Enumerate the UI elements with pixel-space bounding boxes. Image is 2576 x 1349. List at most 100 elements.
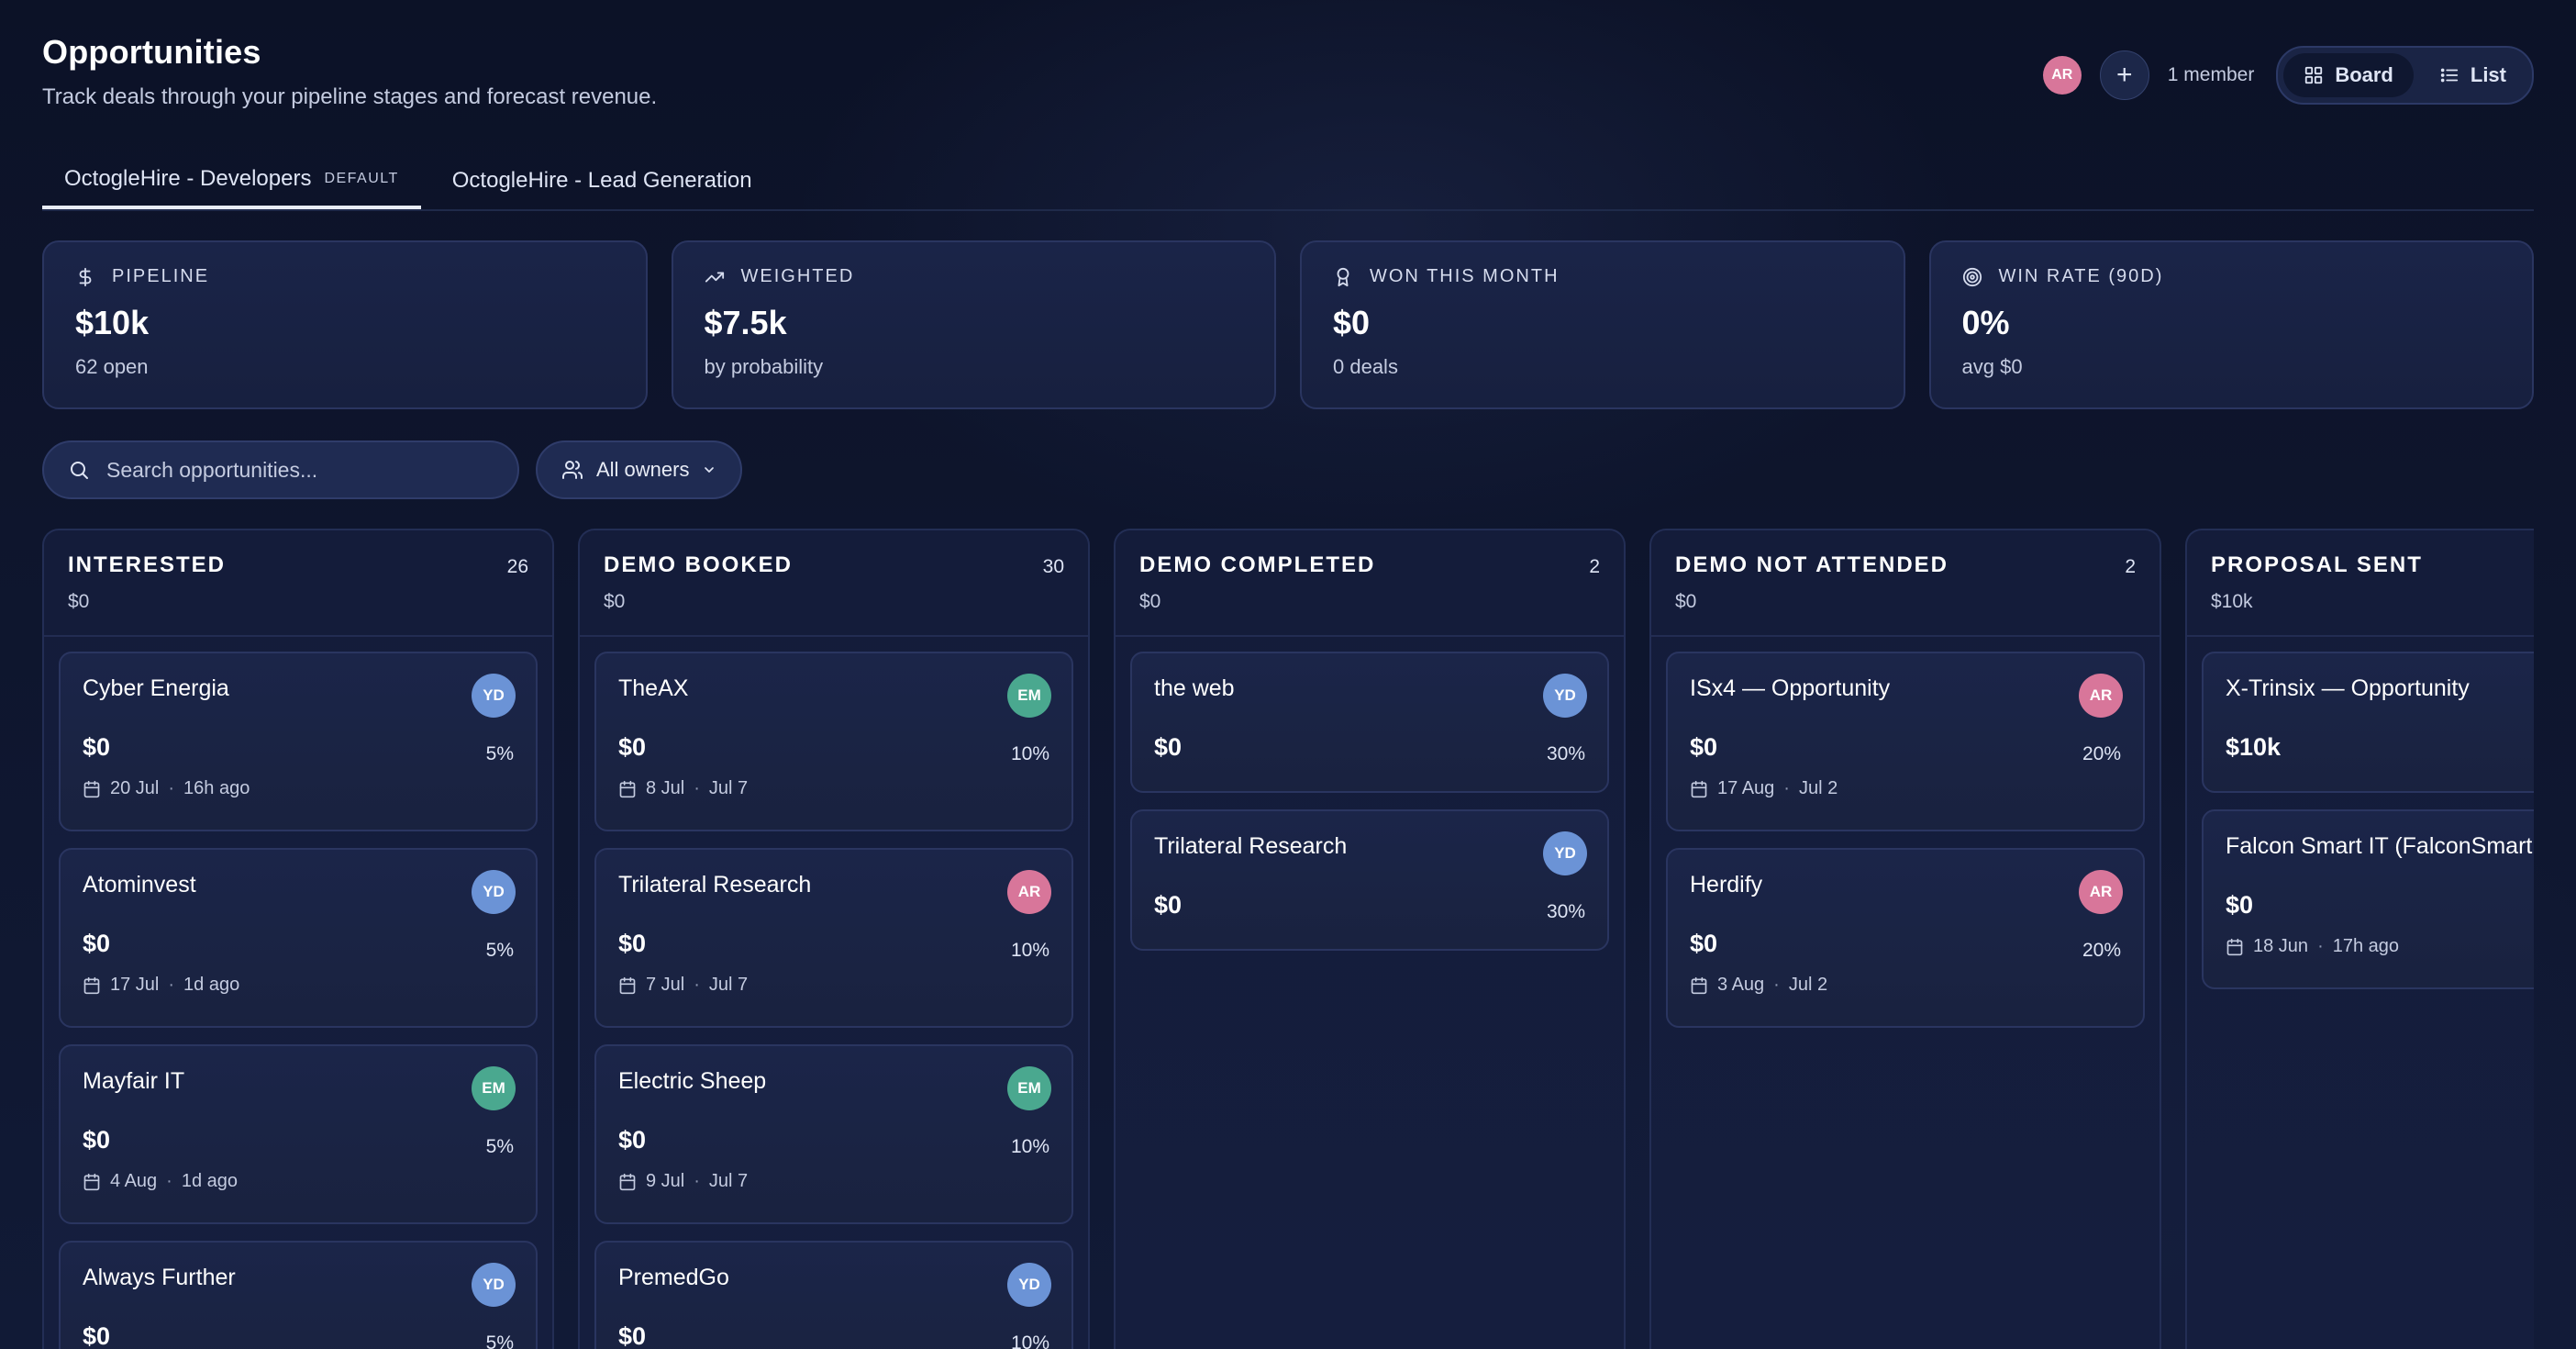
meta-separator: · <box>1783 778 1790 798</box>
close-date: 9 Jul <box>646 1171 685 1191</box>
opportunity-meta: 8 Jul · Jul 7 <box>618 778 1049 799</box>
opportunity-title: TheAX <box>618 675 689 701</box>
plus-icon: + <box>2116 60 2133 90</box>
opportunity-card[interactable]: Herdify AR $0 20% 3 Aug · Jul 2 <box>1666 848 2145 1028</box>
search-box <box>42 440 519 499</box>
close-date: 4 Aug <box>110 1171 158 1191</box>
stat-pipeline: PIPELINE $10k 62 open <box>42 240 648 409</box>
column-header: DEMO BOOKED 30 $0 <box>580 530 1088 637</box>
column-total: $0 <box>68 591 90 612</box>
opportunity-probability: 20% <box>2082 743 2121 764</box>
opportunity-title: the web <box>1154 675 1235 701</box>
meta-separator: · <box>2317 936 2324 956</box>
opportunity-probability: 10% <box>1010 743 1049 764</box>
opportunity-meta: 17 Jul · 1d ago <box>83 975 514 996</box>
opportunity-card[interactable]: Trilateral Research AR $0 10% 7 Jul · Ju… <box>594 848 1073 1028</box>
meta-separator: · <box>168 975 175 995</box>
close-date: 20 Jul <box>110 778 160 798</box>
opportunity-card[interactable]: ISx4 — Opportunity AR $0 20% 17 Aug · Ju… <box>1666 652 2145 831</box>
opportunity-title: Atominvest <box>83 872 196 897</box>
opportunity-probability: 10% <box>1010 940 1049 961</box>
opportunity-card[interactable]: the web YD $0 30% <box>1130 652 1609 793</box>
opportunity-amount: $0 <box>618 1322 647 1349</box>
opportunity-card[interactable]: Trilateral Research YD $0 30% <box>1130 809 1609 951</box>
header-actions: AR + 1 member Board List <box>2042 46 2534 105</box>
opportunity-title: Falcon Smart IT (FalconSmart <box>2226 833 2533 859</box>
opportunity-card[interactable]: Atominvest YD $0 5% 17 Jul · 1d ago <box>59 848 538 1028</box>
opportunity-card[interactable]: Mayfair IT EM $0 5% 4 Aug · 1d ago <box>59 1044 538 1224</box>
pipeline-column-interested: INTERESTED 26 $0 Cyber Energia YD $0 5% … <box>42 529 554 1349</box>
opportunity-card[interactable]: Electric Sheep EM $0 10% 9 Jul · Jul 7 <box>594 1044 1073 1224</box>
opportunity-title: ISx4 — Opportunity <box>1690 675 1891 701</box>
stat-win-rate: WIN RATE (90D) 0% avg $0 <box>1928 240 2534 409</box>
filters-row: All owners <box>42 440 2534 499</box>
opportunity-card[interactable]: PremedGo YD $0 10% <box>594 1241 1073 1349</box>
opportunity-card[interactable]: X-Trinsix — Opportunity $10k <box>2202 652 2534 793</box>
opportunity-card[interactable]: Always Further YD $0 5% <box>59 1241 538 1349</box>
kanban-board[interactable]: INTERESTED 26 $0 Cyber Energia YD $0 5% … <box>42 529 2534 1349</box>
opportunity-card[interactable]: Falcon Smart IT (FalconSmart $0 18 Jun ·… <box>2202 809 2534 989</box>
opportunity-title: Trilateral Research <box>618 872 812 897</box>
search-icon <box>71 462 88 479</box>
stat-label: WIN RATE (90D) <box>1998 266 2164 286</box>
opportunity-amount: $0 <box>83 930 111 957</box>
board-view-button[interactable]: Board <box>2283 53 2414 97</box>
opportunity-amount: $0 <box>1154 891 1183 919</box>
meta-separator: · <box>694 778 700 798</box>
tab-developers[interactable]: OctogleHire - Developers DEFAULT <box>42 152 421 209</box>
opportunity-card[interactable]: TheAX EM $0 10% 8 Jul · Jul 7 <box>594 652 1073 831</box>
last-activity: 1d ago <box>183 975 240 995</box>
owner-filter-dropdown[interactable]: All owners <box>536 440 743 499</box>
column-cards: X-Trinsix — Opportunity $10k Falcon Smar… <box>2187 637 2534 1004</box>
default-badge: DEFAULT <box>324 171 399 186</box>
pipeline-column-demo-not-attended: DEMO NOT ATTENDED 2 $0 ISx4 — Opportunit… <box>1649 529 2161 1349</box>
page-header: Opportunities Track deals through your p… <box>42 33 2534 125</box>
add-member-button[interactable]: + <box>2099 50 2149 100</box>
stat-sub: 0 deals <box>1333 355 1398 378</box>
opportunity-amount: $0 <box>1690 733 1718 761</box>
opportunity-amount: $0 <box>83 1322 111 1349</box>
opportunity-meta: 17 Aug · Jul 2 <box>1690 778 2121 799</box>
opportunity-probability: 5% <box>485 1136 514 1157</box>
opportunity-title: Always Further <box>83 1265 236 1290</box>
last-activity: 1d ago <box>181 1171 239 1191</box>
search-input[interactable] <box>106 457 494 483</box>
member-avatar[interactable]: AR <box>2042 56 2082 95</box>
owner-avatar: EM <box>1007 1066 1051 1110</box>
member-count: 1 member <box>2167 64 2255 85</box>
column-title: DEMO COMPLETED <box>1139 552 1376 577</box>
opportunity-amount: $0 <box>2226 891 2254 919</box>
owner-avatar: EM <box>472 1066 516 1110</box>
tab-lead-generation[interactable]: OctogleHire - Lead Generation <box>430 152 774 209</box>
column-cards: the web YD $0 30% Trilateral Research YD… <box>1116 637 1624 965</box>
board-columns: INTERESTED 26 $0 Cyber Energia YD $0 5% … <box>42 529 2534 1349</box>
opportunity-card[interactable]: Cyber Energia YD $0 5% 20 Jul · 16h ago <box>59 652 538 831</box>
list-view-button[interactable]: List <box>2419 53 2526 97</box>
last-activity: 16h ago <box>183 778 250 798</box>
stat-value: $10k <box>75 304 150 341</box>
opportunity-meta: 4 Aug · 1d ago <box>83 1171 514 1192</box>
column-cards: ISx4 — Opportunity AR $0 20% 17 Aug · Ju… <box>1651 637 2160 1042</box>
column-count: 2 <box>1589 556 1600 577</box>
last-activity: Jul 7 <box>708 1171 749 1191</box>
calendar-icon <box>2226 938 2243 955</box>
column-header: DEMO COMPLETED 2 $0 <box>1116 530 1624 637</box>
opportunity-title: Cyber Energia <box>83 675 229 701</box>
opportunity-probability: 10% <box>1010 1136 1049 1157</box>
target-icon <box>1962 267 1982 286</box>
owner-avatar: YD <box>472 674 516 718</box>
column-total: $0 <box>604 591 626 612</box>
view-toggle: Board List <box>2276 46 2534 105</box>
owner-avatar: YD <box>472 870 516 914</box>
owner-avatar: YD <box>1543 831 1587 875</box>
pipeline-column-proposal-sent: PROPOSAL SENT $10k X-Trinsix — Opportuni… <box>2185 529 2534 1349</box>
stats-row: PIPELINE $10k 62 open WEIGHTED $7.5k by … <box>42 240 2534 409</box>
owner-avatar: YD <box>472 1263 516 1307</box>
close-date: 18 Jun <box>2253 936 2309 956</box>
column-count: 26 <box>506 556 528 577</box>
owner-avatar: YD <box>1007 1263 1051 1307</box>
column-total: $10k <box>2211 591 2253 612</box>
column-title: DEMO BOOKED <box>604 552 794 577</box>
tab-label: OctogleHire - Developers <box>64 166 312 191</box>
column-header: DEMO NOT ATTENDED 2 $0 <box>1651 530 2160 637</box>
